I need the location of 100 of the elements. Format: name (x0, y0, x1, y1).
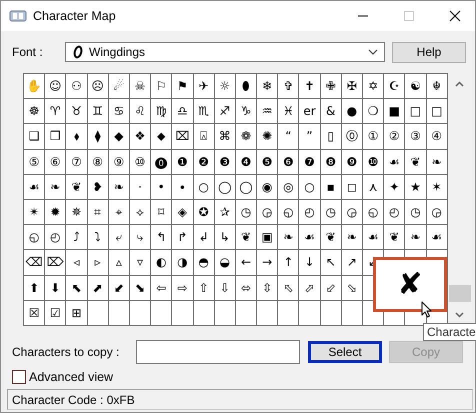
character-cell[interactable]: ◉ (257, 174, 278, 199)
character-cell[interactable]: ● (342, 99, 362, 124)
character-cell[interactable]: ○ (299, 174, 320, 199)
character-cell[interactable]: ⚐ (151, 74, 172, 98)
character-cell[interactable]: ✪ (194, 200, 214, 224)
character-cell[interactable]: ◯ (236, 174, 256, 199)
character-cell[interactable]: ⋏ (363, 174, 384, 199)
character-cell[interactable]: ① (363, 124, 384, 149)
character-cell[interactable]: → (257, 250, 278, 274)
character-cell[interactable]: ⬇ (45, 276, 66, 300)
character-cell[interactable]: ☒ (24, 300, 44, 325)
character-cell[interactable]: ❦ (384, 225, 404, 250)
character-cell[interactable]: ❧ (426, 150, 447, 174)
character-cell[interactable]: ♏ (194, 99, 214, 124)
character-cell[interactable]: ❧ (342, 225, 362, 250)
character-cell[interactable]: ▵ (108, 250, 129, 274)
character-cell[interactable]: ✝ (299, 74, 320, 98)
character-cell[interactable]: · (130, 174, 150, 199)
character-cell[interactable]: ⇨ (172, 276, 192, 300)
character-cell[interactable]: ❽ (320, 150, 341, 174)
character-cell[interactable]: ◐ (151, 250, 172, 274)
character-cell[interactable]: ↗ (342, 250, 362, 274)
character-cell[interactable]: “ (278, 124, 298, 149)
character-cell[interactable]: ⤷ (130, 225, 150, 250)
character-cell[interactable]: ↳ (214, 225, 235, 250)
character-cell[interactable]: □ (426, 99, 447, 124)
character-cell[interactable]: ✠ (342, 74, 362, 98)
character-cell[interactable]: ❻ (278, 150, 298, 174)
character-cell[interactable]: & (320, 99, 341, 124)
character-cell[interactable]: ✦ (384, 174, 404, 199)
character-cell[interactable]: ⊞ (66, 300, 87, 325)
character-cell[interactable]: ❺ (257, 150, 278, 174)
character-cell[interactable]: ♌ (130, 99, 150, 124)
advanced-view-label[interactable]: Advanced view (29, 370, 114, 384)
character-cell[interactable]: ⇩ (214, 276, 235, 300)
character-cell[interactable]: ♎ (172, 99, 192, 124)
character-cell[interactable]: ⬃ (320, 276, 341, 300)
character-cell[interactable]: ❧ (405, 225, 426, 250)
character-cell[interactable]: ◎ (278, 174, 298, 199)
character-cell[interactable]: ⤶ (108, 225, 129, 250)
characters-to-copy-field[interactable] (136, 340, 300, 364)
character-cell[interactable]: □ (405, 99, 426, 124)
character-cell[interactable]: ☑ (45, 300, 66, 325)
character-cell[interactable]: ” (299, 124, 320, 149)
character-cell[interactable]: ⌫ (24, 250, 44, 274)
character-cell[interactable]: ❶ (172, 150, 192, 174)
character-cell[interactable]: ☙ (299, 225, 320, 250)
character-cell[interactable]: ◵ (363, 200, 384, 224)
character-cell[interactable]: ▯ (320, 124, 341, 149)
character-cell[interactable]: ❷ (194, 150, 214, 174)
character-cell[interactable]: ☙ (384, 150, 404, 174)
character-cell[interactable]: ◵ (24, 225, 44, 250)
character-cell[interactable]: ☹ (88, 74, 108, 98)
character-cell[interactable]: ❦ (236, 225, 256, 250)
character-cell[interactable]: ⤵ (88, 225, 108, 250)
character-cell[interactable]: ⬥ (151, 124, 172, 149)
character-cell[interactable]: ⓿ (151, 150, 172, 174)
character-cell[interactable]: ◵ (278, 200, 298, 224)
character-cell[interactable]: ⬈ (88, 276, 108, 300)
character-cell[interactable]: ⬮ (236, 74, 256, 98)
character-cell[interactable]: ⑤ (24, 150, 44, 174)
select-button[interactable]: Select (308, 341, 382, 363)
character-cell[interactable]: ☸ (24, 99, 44, 124)
character-cell[interactable]: ◷ (320, 200, 341, 224)
character-cell[interactable]: ⬀ (299, 276, 320, 300)
character-cell[interactable]: ♈ (45, 99, 66, 124)
character-cell[interactable]: ❿ (363, 150, 384, 174)
character-cell[interactable]: ◴ (299, 200, 320, 224)
character-cell[interactable]: ← (236, 250, 256, 274)
character-cell[interactable]: • (151, 174, 172, 199)
close-icon[interactable] (449, 10, 461, 22)
character-cell[interactable]: ❖ (130, 124, 150, 149)
character-cell[interactable]: ◶ (342, 200, 362, 224)
character-cell[interactable]: ☄ (108, 74, 129, 98)
help-button[interactable]: Help (392, 42, 466, 62)
character-cell[interactable]: ⌑ (151, 200, 172, 224)
character-cell[interactable]: ◷ (236, 200, 256, 224)
character-cell[interactable]: ⬊ (130, 276, 150, 300)
character-cell[interactable]: ⬋ (108, 276, 129, 300)
scroll-up-icon[interactable] (455, 81, 464, 87)
character-cell[interactable]: ✙ (320, 74, 341, 98)
character-cell[interactable]: ⌖ (108, 200, 129, 224)
character-cell[interactable]: ⍓ (194, 124, 214, 149)
character-cell[interactable]: ♒ (257, 99, 278, 124)
character-cell[interactable]: ◑ (172, 250, 192, 274)
character-cell[interactable]: ▹ (88, 250, 108, 274)
character-cell[interactable]: ☬ (426, 74, 447, 98)
scroll-thumb[interactable] (448, 285, 471, 302)
character-cell[interactable]: ■ (384, 99, 404, 124)
character-cell[interactable]: ❼ (299, 150, 320, 174)
character-cell[interactable]: ❄ (257, 74, 278, 98)
character-cell[interactable]: ✶ (426, 174, 447, 199)
character-cell[interactable]: ◻ (342, 174, 362, 199)
character-cell[interactable]: ⧫ (88, 124, 108, 149)
character-cell[interactable]: ◶ (257, 200, 278, 224)
character-cell[interactable]: ⌗ (88, 200, 108, 224)
character-cell[interactable]: ❦ (405, 150, 426, 174)
character-cell[interactable]: ♓ (278, 99, 298, 124)
character-cell[interactable]: ☙ (363, 225, 384, 250)
character-cell[interactable]: ⤴ (66, 225, 87, 250)
